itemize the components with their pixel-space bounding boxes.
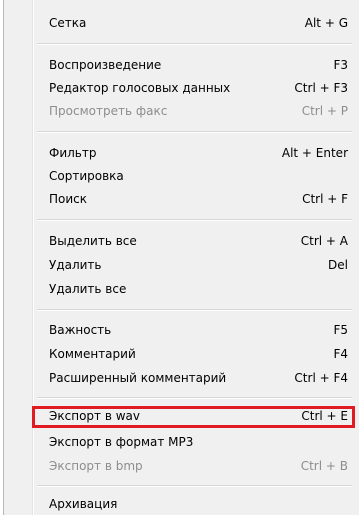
menu-item-label: Архивация [49,497,118,511]
menu-item-label: Просмотреть факс [49,104,168,118]
menu-item-label: Редактор голосовых данных [49,81,231,95]
menu-item-archive[interactable]: Архивация [34,493,356,515]
context-menu: Сетка Alt + G Воспроизведение F3 Редакто… [3,0,359,515]
menu-item-label: Сортировка [49,169,124,183]
menu-item-extended-comment[interactable]: Расширенный комментарий Ctrl + F4 [34,367,356,389]
menu-item-playback[interactable]: Воспроизведение F3 [34,54,356,76]
menu-item-delete-all[interactable]: Удалить все [34,278,356,300]
menu-separator [37,219,352,221]
menu-item-label: Расширенный комментарий [49,371,227,385]
menu-item-delete[interactable]: Удалить Del [34,254,356,276]
menu-item-shortcut: Ctrl + F4 [294,371,348,385]
menu-item-label: Экспорт в формат MP3 [49,435,194,449]
menu-item-grid[interactable]: Сетка Alt + G [34,12,356,34]
menu-separator [37,485,352,487]
screenshot: Сетка Alt + G Воспроизведение F3 Редакто… [0,0,363,515]
menu-item-label: Воспроизведение [49,58,162,72]
menu-item-shortcut: Ctrl + F3 [294,81,348,95]
menu-item-shortcut: F4 [333,347,348,361]
menu-item-shortcut: Ctrl + F [302,192,348,206]
menu-item-shortcut: Ctrl + A [300,234,348,248]
menu-item-label: Фильтр [49,146,97,160]
menu-item-shortcut: F3 [333,58,348,72]
menu-item-shortcut: F5 [333,323,348,337]
menu-item-view-fax: Просмотреть факс Ctrl + P [34,100,356,122]
menu-item-select-all[interactable]: Выделить все Ctrl + A [34,230,356,252]
menu-item-voice-editor[interactable]: Редактор голосовых данных Ctrl + F3 [34,77,356,99]
menu-item-label: Экспорт в bmp [49,459,143,473]
menu-item-shortcut: Alt + Enter [281,146,348,160]
menu-item-shortcut: Ctrl + P [301,104,348,118]
menu-separator [37,131,352,133]
menu-item-importance[interactable]: Важность F5 [34,319,356,341]
menu-item-label: Удалить [49,258,102,272]
menu-item-export-bmp: Экспорт в bmp Ctrl + B [34,455,356,477]
highlight-box [32,406,355,428]
menu-item-label: Сетка [49,16,87,30]
menu-item-shortcut: Del [328,258,348,272]
menu-separator [37,309,352,311]
menu-item-label: Важность [49,323,112,337]
menu-item-shortcut: Alt + G [304,16,348,30]
menu-item-search[interactable]: Поиск Ctrl + F [34,188,356,210]
menu-item-label: Комментарий [49,347,136,361]
menu-item-filter[interactable]: Фильтр Alt + Enter [34,142,356,164]
menu-separator [37,397,352,399]
menu-item-label: Удалить все [49,282,127,296]
menu-item-shortcut: Ctrl + B [300,459,348,473]
menu-item-label: Выделить все [49,234,137,248]
menu-item-comment[interactable]: Комментарий F4 [34,343,356,365]
menu-item-label: Поиск [49,192,88,206]
menu-item-export-mp3[interactable]: Экспорт в формат MP3 [34,431,356,453]
menu-item-sort[interactable]: Сортировка [34,165,356,187]
menu-separator [37,43,352,45]
menu-icon-gutter [4,0,34,515]
